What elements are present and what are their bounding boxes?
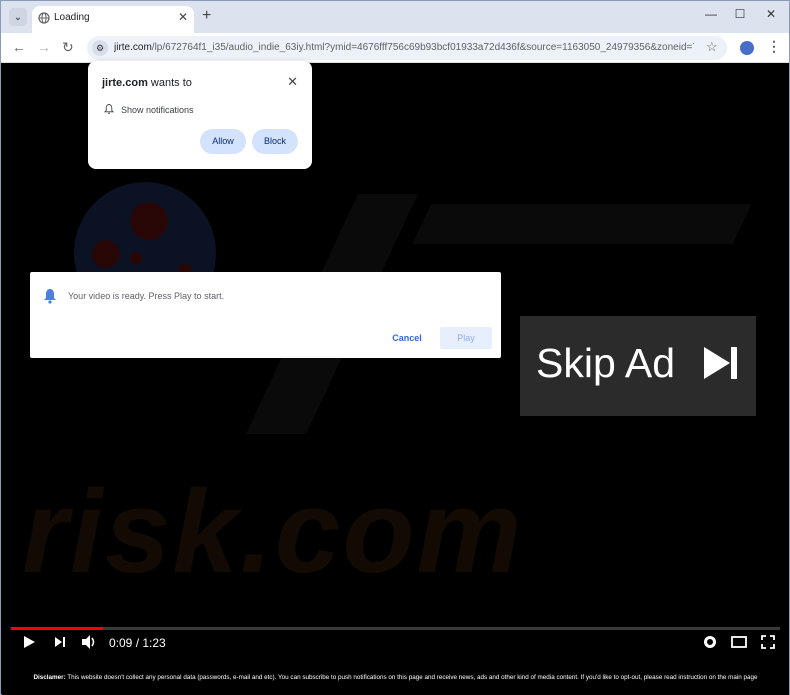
notification-permission-prompt: jirte.com wants to ✕ Show notifications … bbox=[88, 61, 312, 169]
fullscreen-icon[interactable] bbox=[761, 635, 775, 649]
url-text[interactable]: jirte.com/lp/672764f1_i35/audio_indie_63… bbox=[114, 42, 694, 53]
tab-strip: ⌄ Loading ✕ + — ☐ ✕ bbox=[1, 1, 789, 33]
site-info-icon[interactable]: ⚙ bbox=[92, 40, 108, 56]
globe-icon bbox=[38, 12, 50, 24]
watermark-dot bbox=[130, 252, 142, 264]
watermark-text: risk.com bbox=[22, 466, 524, 598]
video-time: 0:09 / 1:23 bbox=[109, 636, 166, 650]
play-button[interactable]: Play bbox=[440, 327, 492, 349]
dialog-message: Your video is ready. Press Play to start… bbox=[68, 291, 225, 301]
close-icon[interactable]: ✕ bbox=[287, 74, 298, 90]
tab-close-icon[interactable]: ✕ bbox=[178, 10, 188, 24]
minimize-button[interactable]: — bbox=[703, 7, 719, 21]
forward-button[interactable]: → bbox=[37, 40, 51, 54]
video-progress-bar[interactable] bbox=[11, 627, 780, 630]
watermark-stroke bbox=[412, 204, 752, 244]
tab-search-button[interactable]: ⌄ bbox=[9, 8, 27, 26]
reload-button[interactable]: ↻ bbox=[62, 40, 74, 54]
profile-avatar-icon[interactable] bbox=[740, 41, 754, 55]
disclaimer-text: Disclamer: This website doesn't collect … bbox=[33, 674, 758, 681]
permission-text: Show notifications bbox=[121, 105, 194, 115]
maximize-button[interactable]: ☐ bbox=[732, 7, 748, 21]
cancel-button[interactable]: Cancel bbox=[384, 327, 430, 349]
volume-icon[interactable] bbox=[81, 634, 97, 650]
tab-title: Loading bbox=[54, 12, 90, 23]
browser-window: ⌄ Loading ✕ + — ☐ ✕ ← → ↻ ⚙ jirte.com/lp… bbox=[0, 0, 790, 695]
next-icon[interactable] bbox=[54, 636, 66, 648]
block-button[interactable]: Block bbox=[252, 129, 298, 154]
menu-icon[interactable]: ⋮ bbox=[767, 39, 781, 53]
new-tab-button[interactable]: + bbox=[202, 8, 211, 24]
bell-icon bbox=[44, 289, 56, 304]
video-progress-fill bbox=[11, 627, 104, 630]
bell-icon bbox=[104, 104, 114, 114]
bookmark-star-icon[interactable]: ☆ bbox=[706, 40, 718, 53]
browser-toolbar: ← → ↻ ⚙ jirte.com/lp/672764f1_i35/audio_… bbox=[1, 33, 789, 63]
address-bar[interactable]: ⚙ jirte.com/lp/672764f1_i35/audio_indie_… bbox=[87, 36, 727, 60]
permission-title: jirte.com wants to bbox=[102, 77, 192, 89]
settings-gear-icon[interactable] bbox=[703, 635, 717, 649]
chevron-down-icon: ⌄ bbox=[13, 11, 23, 23]
video-ready-dialog: Your video is ready. Press Play to start… bbox=[30, 272, 501, 358]
allow-button[interactable]: Allow bbox=[200, 129, 246, 154]
skip-ad-button[interactable]: Skip Ad bbox=[520, 316, 756, 416]
close-window-button[interactable]: ✕ bbox=[763, 7, 779, 21]
watermark-dot bbox=[92, 240, 120, 268]
skip-ad-label: Skip Ad bbox=[536, 340, 676, 386]
browser-tab[interactable]: Loading ✕ bbox=[32, 6, 194, 33]
skip-next-icon bbox=[704, 347, 737, 379]
theater-mode-icon[interactable] bbox=[731, 636, 747, 648]
play-icon[interactable] bbox=[22, 635, 36, 649]
back-button[interactable]: ← bbox=[12, 40, 26, 54]
watermark-dot bbox=[130, 202, 168, 240]
